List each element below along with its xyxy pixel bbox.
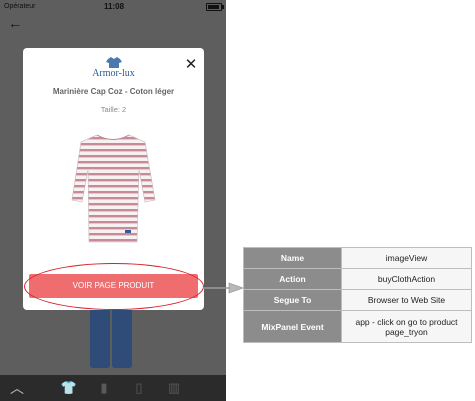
row-value: buyClothAction (341, 268, 472, 290)
product-image[interactable] (67, 130, 160, 248)
row-key: Action (243, 268, 342, 290)
carrier-label: Opérateur (4, 3, 36, 10)
size-label: Taille: 2 (100, 105, 127, 114)
table-row: Segue To Browser to Web Site (243, 289, 472, 311)
row-key: MixPanel Event (243, 310, 342, 343)
back-arrow-icon[interactable]: ← (8, 15, 22, 31)
table-row: MixPanel Event app - click on go to prod… (243, 310, 472, 343)
clock: 11:08 (104, 2, 125, 11)
table-row: Name imageView (243, 247, 472, 269)
row-key: Segue To (243, 289, 342, 311)
jacket-icon[interactable]: ▯ (130, 379, 148, 397)
row-value: Browser to Web Site (341, 289, 472, 311)
row-value: app - click on go to product page_tryon (341, 310, 472, 343)
shirt-icon[interactable]: 👕 (60, 379, 78, 397)
row-value: imageView (341, 247, 472, 269)
pants-icon[interactable]: ▮ (95, 379, 113, 397)
dress-icon[interactable]: ▥ (165, 379, 183, 397)
annotation-table: Name imageView Action buyClothAction Seg… (243, 247, 472, 343)
highlight-ellipse (24, 263, 204, 310)
product-title: Marinière Cap Coz - Coton léger (52, 87, 175, 96)
row-key: Name (243, 247, 342, 269)
bottom-toolbar: ︿ 👕 ▮ ▯ ▥ (0, 375, 226, 401)
battery-icon (206, 3, 224, 11)
phone-screen: Opérateur 11:08 ← ︿ 👕 ▮ ▯ ▥ ✕ Armor-lux … (0, 0, 226, 401)
avatar-legs (86, 300, 136, 368)
status-bar: Opérateur 11:08 (0, 0, 226, 14)
table-row: Action buyClothAction (243, 268, 472, 290)
brand-logo: Armor-lux (23, 56, 204, 82)
brand-name: Armor-lux (92, 68, 135, 79)
chevron-up-icon[interactable]: ︿ (8, 379, 26, 397)
